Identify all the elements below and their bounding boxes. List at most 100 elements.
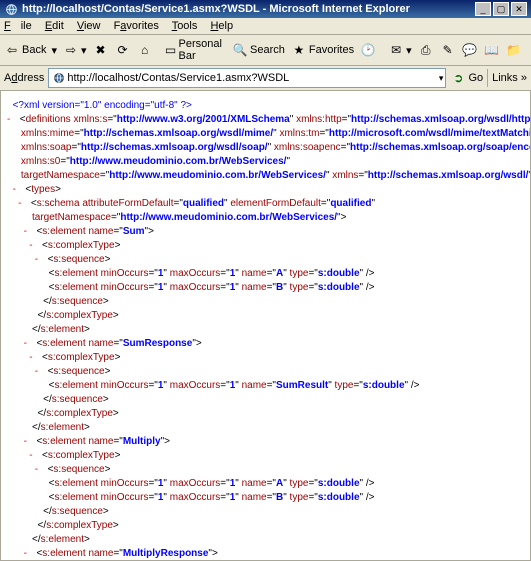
window-title: http://localhost/Contas/Service1.asmx?WS… xyxy=(22,3,473,15)
menu-tools[interactable]: Tools xyxy=(172,20,198,32)
collapse-toggle[interactable]: - xyxy=(24,225,34,239)
discuss-button[interactable]: 💬 xyxy=(462,42,478,58)
sequence-tag: s:sequence xyxy=(53,254,104,265)
folder-icon: 📁 xyxy=(506,42,522,58)
back-icon: ⇦ xyxy=(4,42,20,58)
attr-val: s:double xyxy=(318,268,360,279)
attr: elementFormDefault xyxy=(230,198,321,209)
attr-val: s:double xyxy=(318,492,360,503)
tool-c-button[interactable]: ⚙ xyxy=(528,42,531,58)
element-close: s:element xyxy=(41,534,84,545)
maximize-button[interactable]: ▢ xyxy=(493,2,509,16)
collapse-toggle[interactable]: - xyxy=(29,449,39,463)
attr-val: B xyxy=(276,492,283,503)
menu-edit[interactable]: Edit xyxy=(45,20,64,32)
attr-val: SumResponse xyxy=(123,338,192,349)
book-icon: 📖 xyxy=(484,42,500,58)
attr: type xyxy=(335,380,354,391)
attr: xmlns:tm xyxy=(279,128,319,139)
links-button[interactable]: Links » xyxy=(492,72,527,84)
discuss-icon: 💬 xyxy=(462,42,478,58)
mail-button[interactable]: ✉▾ xyxy=(388,42,412,58)
collapse-toggle[interactable]: - xyxy=(13,183,23,197)
menu-file[interactable]: File xyxy=(4,20,32,32)
menu-help[interactable]: Help xyxy=(210,20,233,32)
attr: minOccurs xyxy=(101,282,149,293)
collapse-toggle[interactable]: - xyxy=(35,463,45,477)
attr: name xyxy=(242,268,267,279)
attr-val: 1 xyxy=(230,492,236,503)
attr: name xyxy=(88,436,113,447)
complextype-close: s:complexType xyxy=(46,310,113,321)
separator xyxy=(487,69,488,87)
address-label: Address xyxy=(4,72,44,84)
collapse-toggle[interactable]: - xyxy=(29,239,39,253)
close-button[interactable]: ✕ xyxy=(511,2,527,16)
collapse-toggle[interactable]: - xyxy=(24,547,34,561)
attr-val: 1 xyxy=(158,282,164,293)
attr-val: A xyxy=(276,268,283,279)
collapse-toggle[interactable]: - xyxy=(24,337,34,351)
personal-bar-button[interactable]: ▭Personal Bar xyxy=(165,38,226,62)
attr: name xyxy=(242,282,267,293)
tool-a-button[interactable]: 📖 xyxy=(484,42,500,58)
gear-icon: ⚙ xyxy=(528,42,531,58)
complextype-tag: s:complexType xyxy=(48,450,115,461)
forward-button[interactable]: ⇨▾ xyxy=(63,42,87,58)
element-close: s:element xyxy=(41,422,84,433)
print-button[interactable]: ⎙ xyxy=(418,42,434,58)
collapse-toggle[interactable]: - xyxy=(29,351,39,365)
complextype-tag: s:complexType xyxy=(48,352,115,363)
attr-val: 1 xyxy=(230,380,236,391)
attr-val: http://www.meudominio.com.br/WebServices… xyxy=(70,156,287,167)
attr-val: 1 xyxy=(230,282,236,293)
back-button[interactable]: ⇦Back ▾ xyxy=(4,42,57,58)
attr-val: http://schemas.xmlsoap.org/wsdl/soap/ xyxy=(81,142,268,153)
attr-val: http://www.w3.org/2001/XMLSchema xyxy=(117,114,290,125)
collapse-toggle[interactable]: - xyxy=(35,365,45,379)
collapse-toggle[interactable]: - xyxy=(24,435,34,449)
stop-button[interactable]: ✖ xyxy=(93,42,109,58)
element-tag: s:element xyxy=(42,338,85,349)
wsdl-content[interactable]: <?xml version="1.0" encoding="utf-8" ?> … xyxy=(0,91,531,561)
links-label: Links xyxy=(492,72,518,84)
minimize-button[interactable]: _ xyxy=(475,2,491,16)
attr: name xyxy=(242,380,267,391)
element-tag: s:element xyxy=(55,282,98,293)
go-button[interactable]: ➲Go xyxy=(450,70,483,86)
attr-val: http://schemas.xmlsoap.org/wsdl/mime/ xyxy=(84,128,274,139)
edit-button[interactable]: ✎ xyxy=(440,42,456,58)
refresh-button[interactable]: ⟳ xyxy=(115,42,131,58)
attr: name xyxy=(88,226,113,237)
attr: type xyxy=(290,282,309,293)
personal-bar-label: Personal Bar xyxy=(179,38,226,62)
address-bar: Address http://localhost/Contas/Service1… xyxy=(0,66,531,91)
sequence-tag: s:sequence xyxy=(53,366,104,377)
dropdown-icon[interactable]: ▾ xyxy=(439,73,444,84)
menu-favorites[interactable]: Favorites xyxy=(114,20,159,32)
home-button[interactable]: ⌂ xyxy=(137,42,153,58)
attr-val: qualified xyxy=(330,198,371,209)
collapse-toggle[interactable]: - xyxy=(7,113,17,127)
toolbar: ⇦Back ▾ ⇨▾ ✖ ⟳ ⌂ ▭Personal Bar 🔍Search ★… xyxy=(0,35,531,66)
address-field[interactable]: http://localhost/Contas/Service1.asmx?WS… xyxy=(48,68,446,88)
attr: maxOccurs xyxy=(170,268,221,279)
history-button[interactable]: 🕑 xyxy=(360,42,376,58)
menu-view[interactable]: View xyxy=(77,20,101,32)
sequence-close: s:sequence xyxy=(52,506,103,517)
element-tag: s:element xyxy=(55,478,98,489)
attr: xmlns:mime xyxy=(21,128,74,139)
tool-b-button[interactable]: 📁 xyxy=(506,42,522,58)
ie-icon xyxy=(4,2,18,16)
collapse-toggle[interactable]: - xyxy=(35,253,45,267)
search-button[interactable]: 🔍Search xyxy=(232,42,285,58)
attr-val: s:double xyxy=(363,380,405,391)
mail-icon: ✉ xyxy=(388,42,404,58)
attr-val: http://microsoft.com/wsdl/mime/textMatch… xyxy=(329,128,531,139)
favorites-button[interactable]: ★Favorites xyxy=(291,42,354,58)
attr: minOccurs xyxy=(101,492,149,503)
collapse-toggle[interactable]: - xyxy=(18,197,28,211)
search-icon: 🔍 xyxy=(232,42,248,58)
attr-val: http://schemas.xmlsoap.org/soap/encoding… xyxy=(350,142,531,153)
search-label: Search xyxy=(250,44,285,56)
